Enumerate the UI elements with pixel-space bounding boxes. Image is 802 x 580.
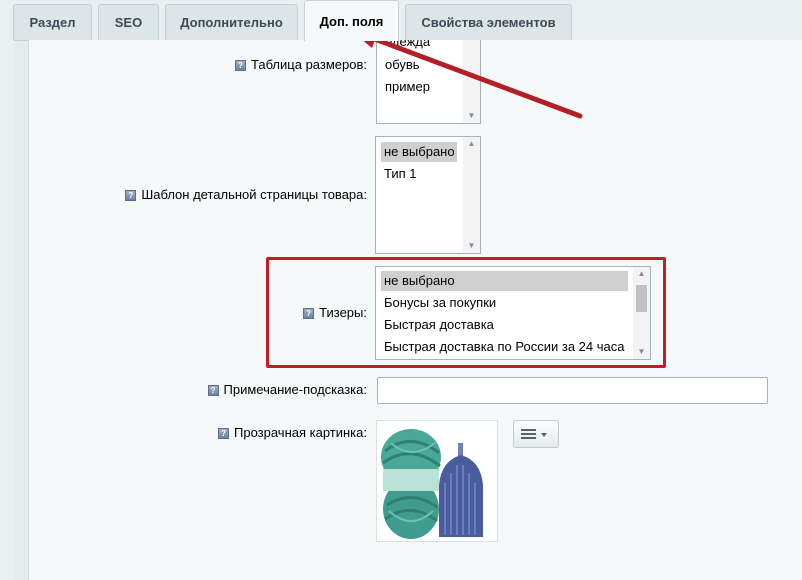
arrow-shaft [369,35,583,119]
annotation-arrow [350,26,583,119]
tab-extra-fields[interactable]: Доп. поля [304,0,399,41]
